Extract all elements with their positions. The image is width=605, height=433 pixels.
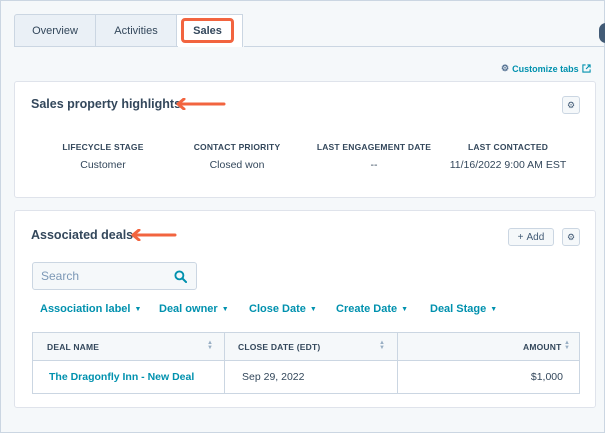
- deal-amount: $1,000: [530, 371, 563, 383]
- side-panel-handle[interactable]: [599, 23, 605, 43]
- property-label: LAST CONTACTED: [467, 142, 549, 152]
- caret-down-icon: ▼: [309, 305, 317, 313]
- filter-label: Association label: [40, 303, 131, 315]
- column-header-close-date[interactable]: CLOSE DATE (EDT): [238, 333, 320, 361]
- gear-icon: ⚙: [501, 63, 510, 73]
- column-header-amount[interactable]: AMOUNT: [523, 333, 562, 361]
- associated-deals-card: Associated deals + Add ⚙ Association lab…: [14, 210, 596, 408]
- tab-bar: Overview Activities Sales: [14, 14, 243, 47]
- property-contact-priority: CONTACT PRIORITY Closed won: [182, 142, 292, 171]
- gear-icon: ⚙: [566, 231, 576, 242]
- tab-sales[interactable]: Sales: [177, 14, 243, 47]
- caret-down-icon: ▼: [221, 305, 229, 313]
- highlights-title: Sales property highlights: [31, 97, 182, 111]
- deals-title: Associated deals: [31, 228, 134, 242]
- external-link-icon: [581, 64, 591, 73]
- property-value: --: [370, 159, 378, 171]
- filter-label: Deal Stage: [430, 303, 487, 315]
- filter-deal-owner[interactable]: Deal owner ▼: [159, 303, 249, 315]
- tab-overview[interactable]: Overview: [14, 14, 96, 47]
- sort-icon[interactable]: ▲ ▼: [207, 340, 213, 351]
- filter-deal-stage[interactable]: Deal Stage ▼: [430, 303, 497, 315]
- property-last-contacted: LAST CONTACTED 11/16/2022 9:00 AM EST: [447, 142, 569, 171]
- tab-underline-left: [14, 46, 178, 47]
- caret-down-icon: ▼: [401, 305, 409, 313]
- filter-label: Close Date: [249, 303, 306, 315]
- column-header-deal-name[interactable]: DEAL NAME: [47, 333, 99, 361]
- gear-icon: ⚙: [566, 99, 576, 110]
- deal-filters: Association label ▼ Deal owner ▼ Close D…: [40, 303, 497, 315]
- table-header: DEAL NAME ▲ ▼ CLOSE DATE (EDT) ▲ ▼ AMOUNT …: [33, 333, 579, 361]
- property-lifecycle-stage: LIFECYCLE STAGE Customer: [53, 142, 153, 171]
- property-label: CONTACT PRIORITY: [193, 142, 281, 152]
- deals-table: DEAL NAME ▲ ▼ CLOSE DATE (EDT) ▲ ▼ AMOUNT …: [32, 332, 580, 394]
- deal-close-date: Sep 29, 2022: [242, 371, 305, 383]
- property-label: LAST ENGAGEMENT DATE: [316, 142, 432, 152]
- property-last-engagement-date: LAST ENGAGEMENT DATE --: [312, 142, 436, 171]
- deal-search-box: [32, 262, 197, 290]
- arrow-annotation: [131, 229, 177, 241]
- deal-name-link[interactable]: The Dragonfly Inn - New Deal: [49, 361, 194, 393]
- tab-sales-label: Sales: [193, 24, 222, 37]
- tab-activities[interactable]: Activities: [96, 14, 177, 47]
- sales-highlights-card: Sales property highlights ⚙ LIFECYCLE ST…: [14, 81, 596, 198]
- sort-icon[interactable]: ▲ ▼: [564, 340, 570, 351]
- add-label: Add: [526, 231, 545, 243]
- tab-underline-right: [244, 46, 605, 47]
- sort-icon[interactable]: ▲ ▼: [379, 340, 385, 351]
- column-divider: [224, 333, 225, 393]
- customize-tabs-link[interactable]: ⚙ Customize tabs: [501, 63, 591, 74]
- arrow-annotation: [176, 98, 226, 110]
- record-frame: Overview Activities Sales ⚙ Customize ta…: [0, 0, 605, 433]
- tab-sales-highlight: Sales: [181, 18, 234, 43]
- property-value: 11/16/2022 9:00 AM EST: [449, 159, 567, 171]
- caret-down-icon: ▼: [134, 305, 142, 313]
- filter-close-date[interactable]: Close Date ▼: [249, 303, 336, 315]
- highlights-settings-button[interactable]: ⚙: [562, 96, 580, 114]
- search-icon[interactable]: [174, 270, 187, 283]
- customize-tabs-label: Customize tabs: [512, 63, 579, 74]
- filter-create-date[interactable]: Create Date ▼: [336, 303, 430, 315]
- filter-label: Create Date: [336, 303, 398, 315]
- property-value: Closed won: [209, 159, 265, 171]
- plus-icon: +: [517, 231, 524, 243]
- search-input[interactable]: [41, 269, 171, 283]
- caret-down-icon: ▼: [490, 305, 498, 313]
- filter-label: Deal owner: [159, 303, 218, 315]
- property-value: Customer: [80, 159, 126, 171]
- filter-association-label[interactable]: Association label ▼: [40, 303, 159, 315]
- add-deal-button[interactable]: + Add: [508, 228, 554, 246]
- property-label: LIFECYCLE STAGE: [62, 142, 144, 152]
- deals-settings-button[interactable]: ⚙: [562, 228, 580, 246]
